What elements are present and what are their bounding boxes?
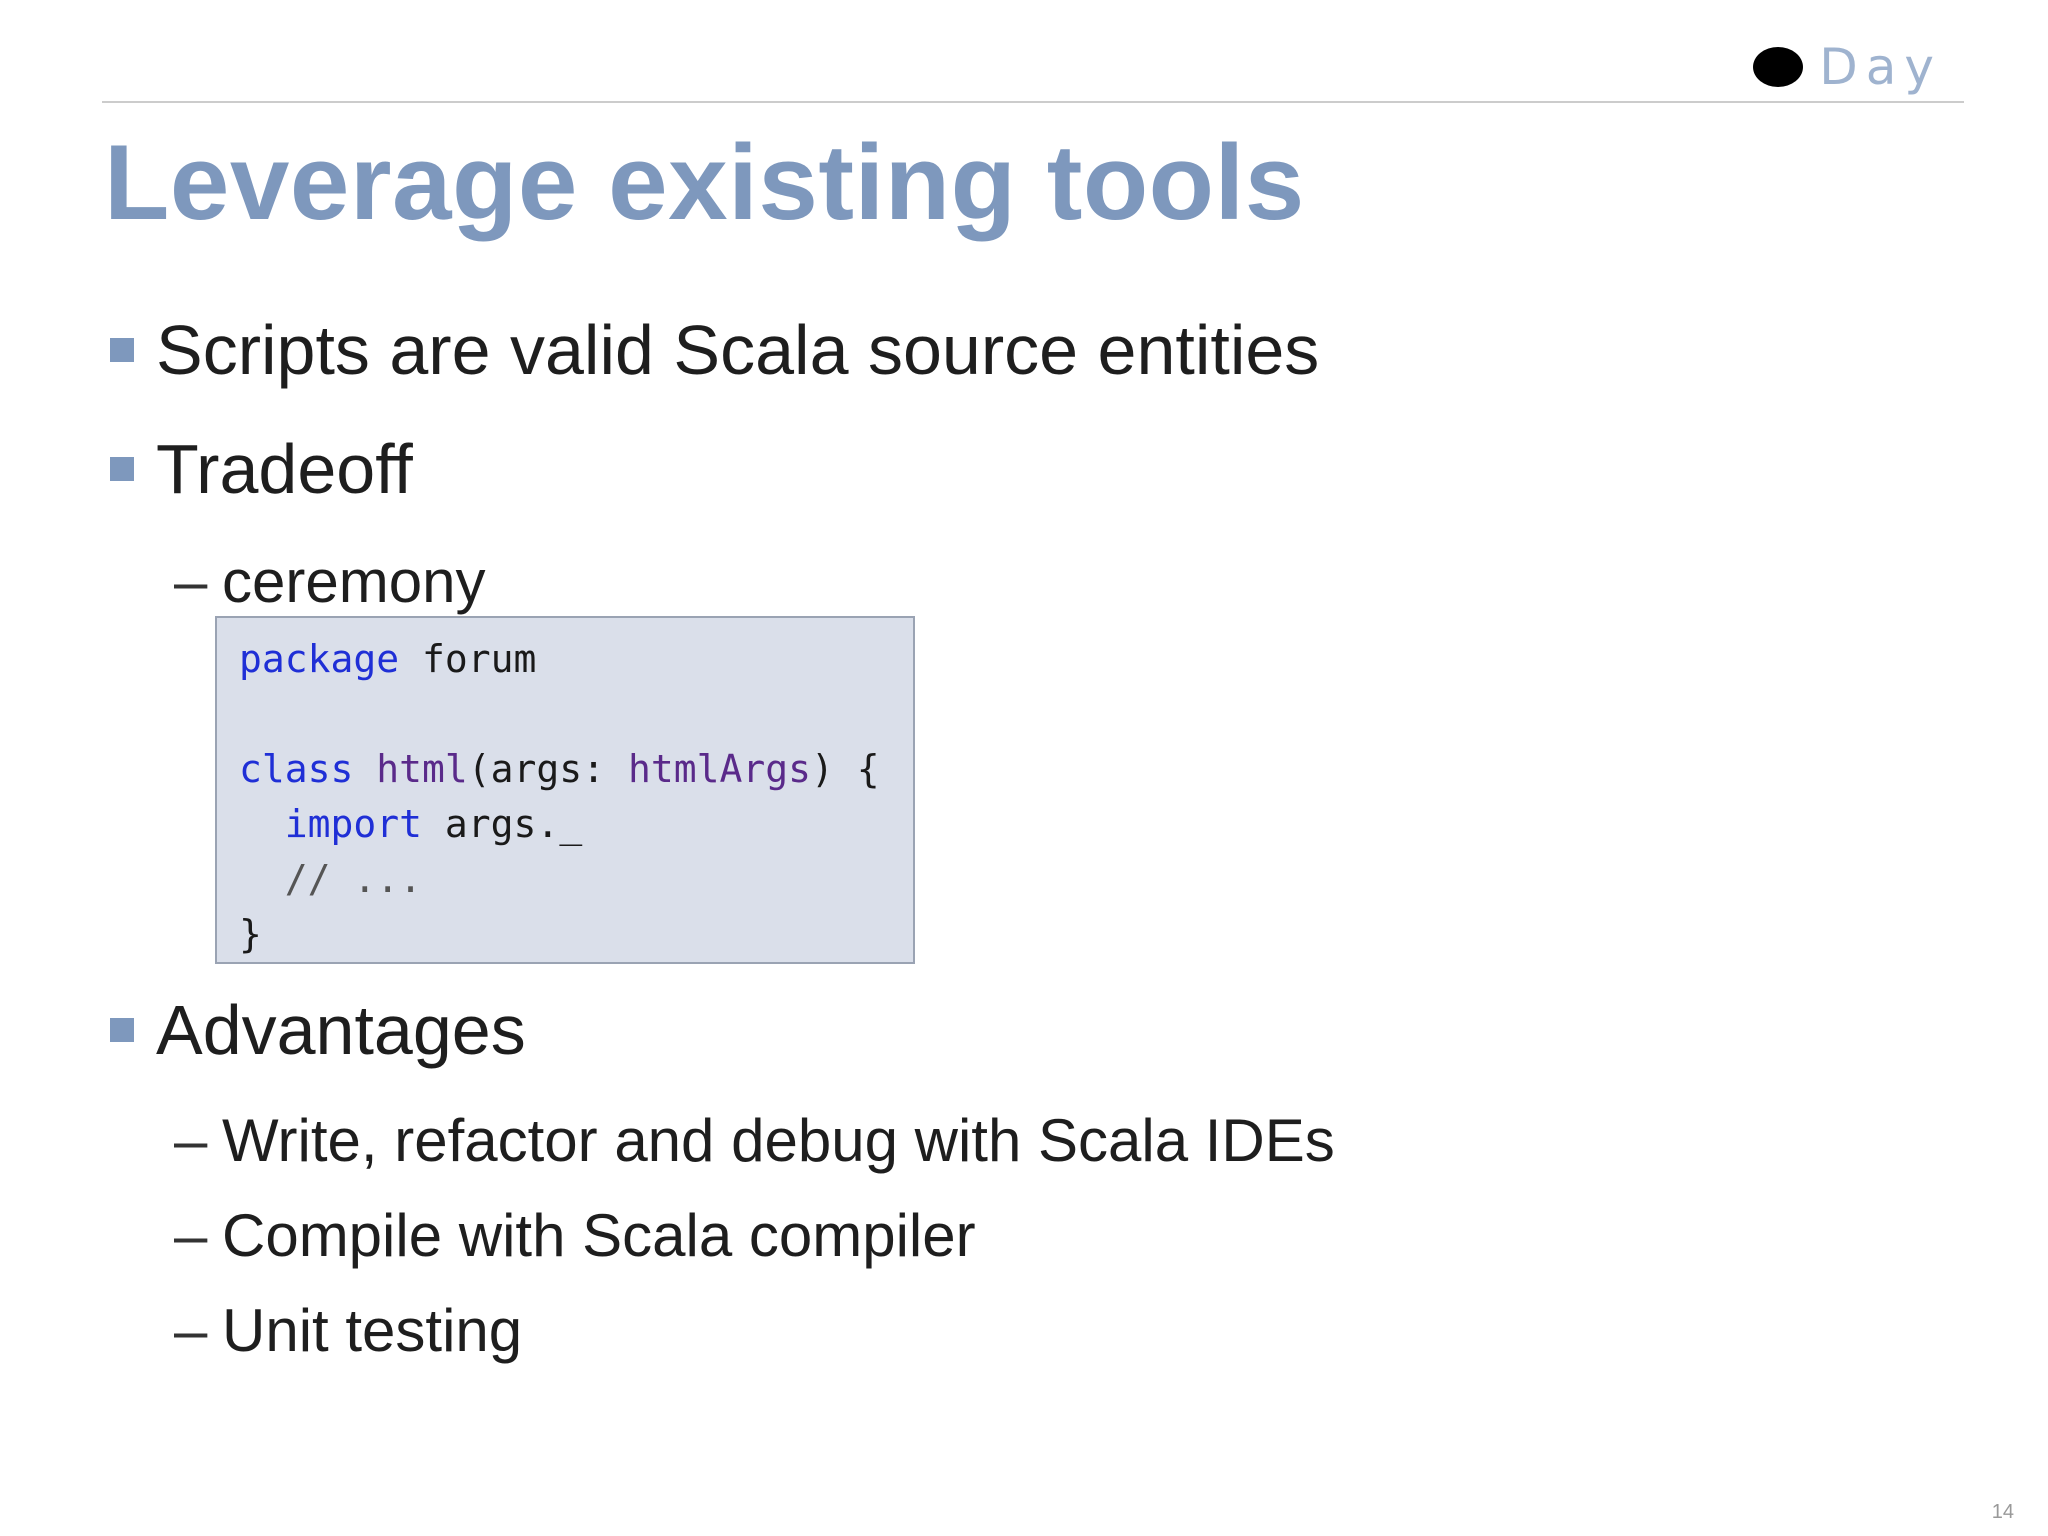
code-text: args._ xyxy=(422,802,583,846)
code-text: forum xyxy=(399,637,537,681)
slide-title: Leverage existing tools xyxy=(104,122,1305,242)
bullet-item-tradeoff: Tradeoff xyxy=(110,429,413,509)
page-number: 14 xyxy=(1991,1501,2014,1523)
bullet-text: Advantages xyxy=(156,991,526,1069)
code-line: } xyxy=(239,912,262,956)
sub-item-compile: – Compile with Scala compiler xyxy=(174,1201,976,1270)
dash-bullet-icon: – xyxy=(174,1297,208,1364)
code-line: import args._ xyxy=(239,797,891,852)
sub-item-unit-testing: – Unit testing xyxy=(174,1296,522,1365)
code-type: html xyxy=(353,747,468,791)
sub-item-text: Write, refactor and debug with Scala IDE… xyxy=(222,1107,1335,1174)
sub-item-text: Unit testing xyxy=(222,1297,523,1364)
square-bullet-icon xyxy=(110,338,134,362)
code-line: package forum xyxy=(239,632,891,687)
sub-item-text: Compile with Scala compiler xyxy=(222,1202,976,1269)
bullet-item-advantages: Advantages xyxy=(110,990,526,1070)
code-keyword: class xyxy=(239,747,354,791)
code-line: class html(args: htmlArgs) { xyxy=(239,742,891,797)
logo-dot-icon xyxy=(1753,47,1804,87)
code-text: (args: xyxy=(467,747,628,791)
code-text: ) { xyxy=(810,747,880,791)
bullet-text: Tradeoff xyxy=(156,430,413,508)
day-logo: Day xyxy=(1753,38,1942,96)
code-block: package forum class html(args: htmlArgs)… xyxy=(215,616,915,964)
square-bullet-icon xyxy=(110,457,134,481)
square-bullet-icon xyxy=(110,1018,134,1042)
dash-bullet-icon: – xyxy=(174,1107,208,1174)
code-keyword: package xyxy=(239,637,400,681)
code-comment: // ... xyxy=(239,857,423,901)
dash-bullet-icon: – xyxy=(174,548,208,615)
sub-item-text: ceremony xyxy=(222,548,486,615)
sub-item-ceremony: – ceremony xyxy=(174,547,485,616)
bullet-text: Scripts are valid Scala source entities xyxy=(156,311,1320,389)
header-divider xyxy=(102,101,1964,103)
code-type: htmlArgs xyxy=(627,747,811,791)
dash-bullet-icon: – xyxy=(174,1202,208,1269)
logo-text: Day xyxy=(1819,38,1942,96)
sub-item-ides: – Write, refactor and debug with Scala I… xyxy=(174,1106,1335,1175)
bullet-item-scripts: Scripts are valid Scala source entities xyxy=(110,310,1319,390)
code-keyword: import xyxy=(284,802,423,846)
